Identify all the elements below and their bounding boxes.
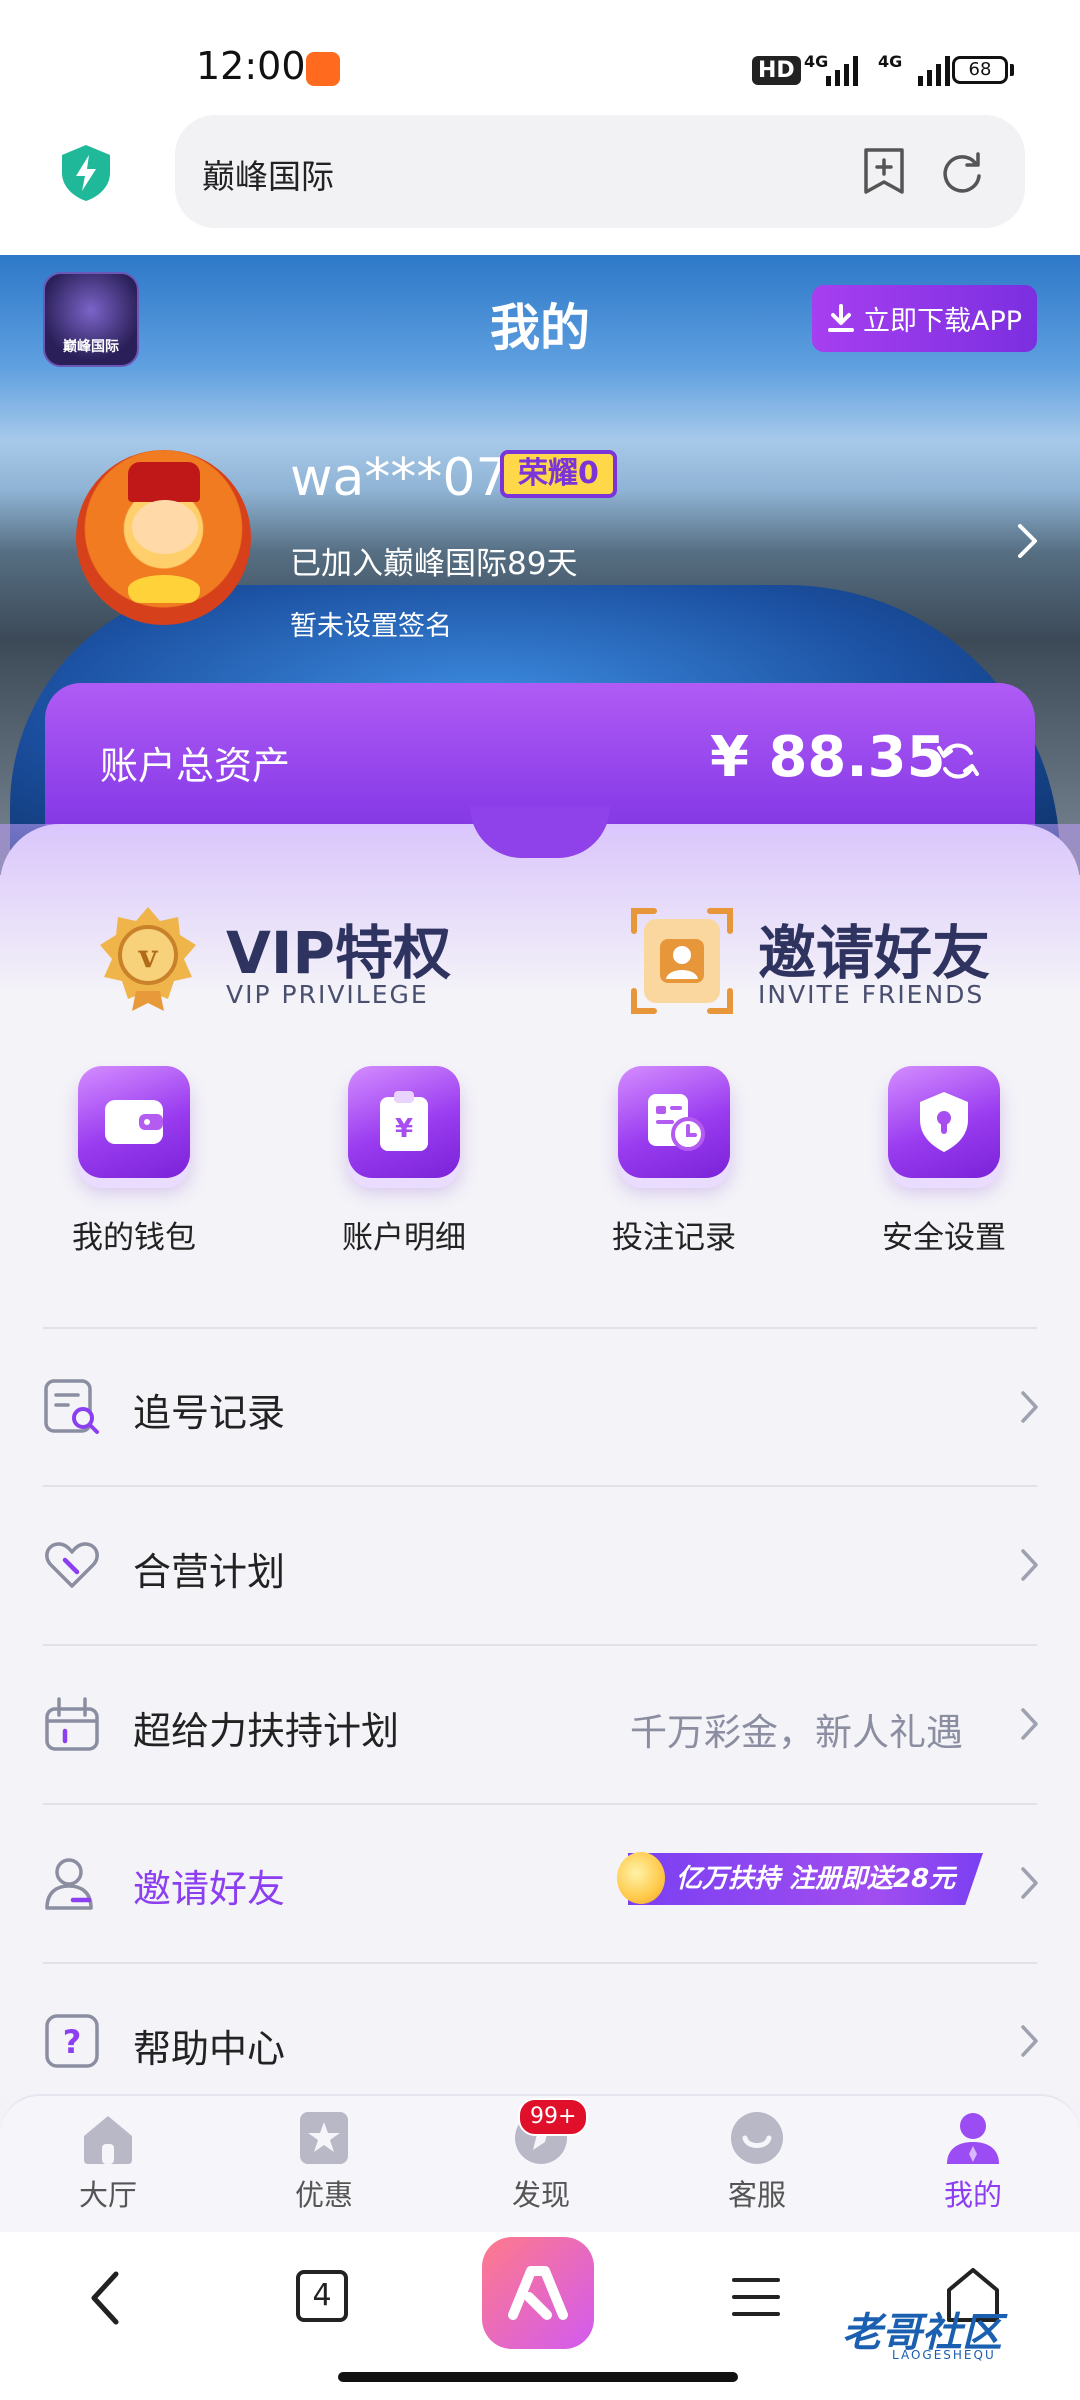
back-icon[interactable] bbox=[88, 2268, 122, 2328]
notification-app-icon bbox=[306, 52, 340, 86]
menu-divider bbox=[43, 1644, 1037, 1646]
menu-item-partnership-plan[interactable]: 合营计划 bbox=[133, 1541, 285, 1596]
avatar-gold-ingot bbox=[128, 575, 200, 603]
invite-friends-title[interactable]: 邀请好友 bbox=[758, 906, 990, 990]
shield-icon bbox=[920, 1092, 968, 1152]
search-record-icon bbox=[44, 1379, 99, 1434]
security-shield-icon[interactable] bbox=[56, 143, 116, 203]
menu-item-invite-friends[interactable]: 邀请好友 bbox=[133, 1858, 285, 1913]
menu-item-chase-records[interactable]: 追号记录 bbox=[133, 1382, 285, 1437]
tab-label: 我的 bbox=[943, 2178, 1002, 2212]
star-icon bbox=[300, 2112, 348, 2164]
refresh-icon[interactable] bbox=[940, 150, 984, 194]
menu-item-support-plan-note: 千万彩金，新人礼遇 bbox=[630, 1711, 963, 1754]
tab-customer-service[interactable]: 客服 bbox=[697, 2108, 817, 2214]
home-icon bbox=[84, 2116, 132, 2164]
avatar-face bbox=[132, 500, 198, 554]
invite-friends-icon[interactable] bbox=[630, 905, 734, 1017]
tab-label: 优惠 bbox=[294, 2178, 353, 2212]
add-bookmark-icon[interactable] bbox=[862, 147, 906, 195]
tab-promotions[interactable]: 优惠 bbox=[264, 2108, 384, 2214]
network-type-label: 4G bbox=[804, 52, 829, 71]
chevron-right-icon[interactable] bbox=[1020, 1390, 1040, 1424]
account-detail-button[interactable]: ¥ bbox=[348, 1066, 460, 1178]
wallet-label[interactable]: 我的钱包 bbox=[24, 1212, 244, 1257]
gesture-bar[interactable] bbox=[338, 2372, 738, 2382]
download-icon bbox=[827, 303, 854, 332]
joined-days-text: 已加入巅峰国际89天 bbox=[290, 546, 578, 582]
menu-divider bbox=[43, 1327, 1037, 1329]
signal-icon bbox=[826, 54, 858, 86]
rank-badge: 荣耀0 bbox=[500, 450, 617, 498]
username: wa***07 bbox=[290, 448, 509, 508]
chevron-right-icon[interactable] bbox=[1016, 522, 1040, 560]
coin-icon bbox=[617, 1852, 665, 1904]
menu-divider bbox=[43, 1962, 1037, 1964]
menu-divider bbox=[43, 1803, 1037, 1805]
security-settings-label[interactable]: 安全设置 bbox=[834, 1212, 1054, 1257]
bet-records-button[interactable] bbox=[618, 1066, 730, 1178]
tab-label: 客服 bbox=[727, 2178, 786, 2212]
assets-label: 账户总资产 bbox=[100, 744, 291, 788]
tabs-count-button[interactable]: 4 bbox=[296, 2270, 348, 2322]
hd-indicator: HD bbox=[752, 56, 801, 85]
tab-lobby[interactable]: 大厅 bbox=[48, 2108, 168, 2214]
vip-medal-icon[interactable]: v bbox=[98, 905, 198, 1013]
download-app-label: 立即下载APP bbox=[862, 306, 1023, 337]
svg-text:?: ? bbox=[63, 2023, 82, 2061]
service-icon bbox=[731, 2112, 783, 2164]
address-bar-text[interactable]: 巅峰国际 bbox=[202, 150, 334, 198]
svg-text:v: v bbox=[138, 937, 159, 975]
watermark-subtitle: LAOGESHEQU bbox=[892, 2348, 996, 2362]
invite-promo-banner[interactable]: 亿万扶持 注册即送28元 bbox=[628, 1853, 983, 1905]
menu-item-support-plan[interactable]: 超给力扶持计划 bbox=[133, 1700, 399, 1755]
wallet-icon bbox=[105, 1100, 163, 1144]
account-detail-label[interactable]: 账户明细 bbox=[294, 1212, 514, 1257]
tab-label: 大厅 bbox=[78, 2178, 137, 2212]
security-settings-button[interactable] bbox=[888, 1066, 1000, 1178]
download-app-button[interactable]: 立即下载APP bbox=[812, 285, 1037, 352]
profile-icon bbox=[947, 2113, 999, 2164]
browser-logo-icon bbox=[508, 2266, 568, 2320]
vip-privilege-subtitle: VIP PRIVILEGE bbox=[226, 980, 429, 1009]
heart-icon bbox=[45, 1542, 99, 1588]
chevron-right-icon[interactable] bbox=[1020, 1866, 1040, 1900]
bill-icon: ¥ bbox=[380, 1091, 428, 1151]
chevron-right-icon[interactable] bbox=[1020, 2024, 1040, 2058]
assets-value: ¥ 88.35 bbox=[710, 725, 946, 790]
menu-icon[interactable] bbox=[730, 2276, 782, 2318]
avatar-hat bbox=[128, 462, 200, 502]
chevron-right-icon[interactable] bbox=[1020, 1548, 1040, 1582]
record-icon bbox=[648, 1094, 705, 1151]
gift-icon bbox=[45, 1697, 99, 1751]
refresh-balance-icon[interactable] bbox=[935, 738, 981, 784]
signature-text[interactable]: 暂未设置签名 bbox=[290, 604, 452, 643]
notification-badge: 99+ bbox=[518, 2098, 589, 2136]
svg-text:¥: ¥ bbox=[395, 1114, 413, 1144]
menu-divider bbox=[43, 1485, 1037, 1487]
chevron-right-icon[interactable] bbox=[1020, 1707, 1040, 1741]
vip-privilege-title[interactable]: VIP特权 bbox=[226, 906, 451, 990]
status-time: 12:00 bbox=[196, 44, 306, 88]
battery-tip bbox=[1010, 64, 1014, 76]
invite-friends-subtitle: INVITE FRIENDS bbox=[758, 980, 985, 1009]
bet-records-label[interactable]: 投注记录 bbox=[564, 1212, 784, 1257]
wallet-button[interactable] bbox=[78, 1066, 190, 1178]
tab-profile[interactable]: 我的 bbox=[913, 2108, 1033, 2214]
tab-label: 发现 bbox=[511, 2178, 570, 2212]
network-type-label: 4G bbox=[878, 52, 903, 71]
menu-item-help-center[interactable]: 帮助中心 bbox=[133, 2018, 285, 2073]
help-icon: ? bbox=[45, 2014, 99, 2068]
signal-icon bbox=[918, 54, 950, 86]
user-icon bbox=[45, 1858, 93, 1910]
browser-app-button[interactable] bbox=[482, 2237, 594, 2349]
battery-icon: 68 bbox=[952, 56, 1008, 84]
